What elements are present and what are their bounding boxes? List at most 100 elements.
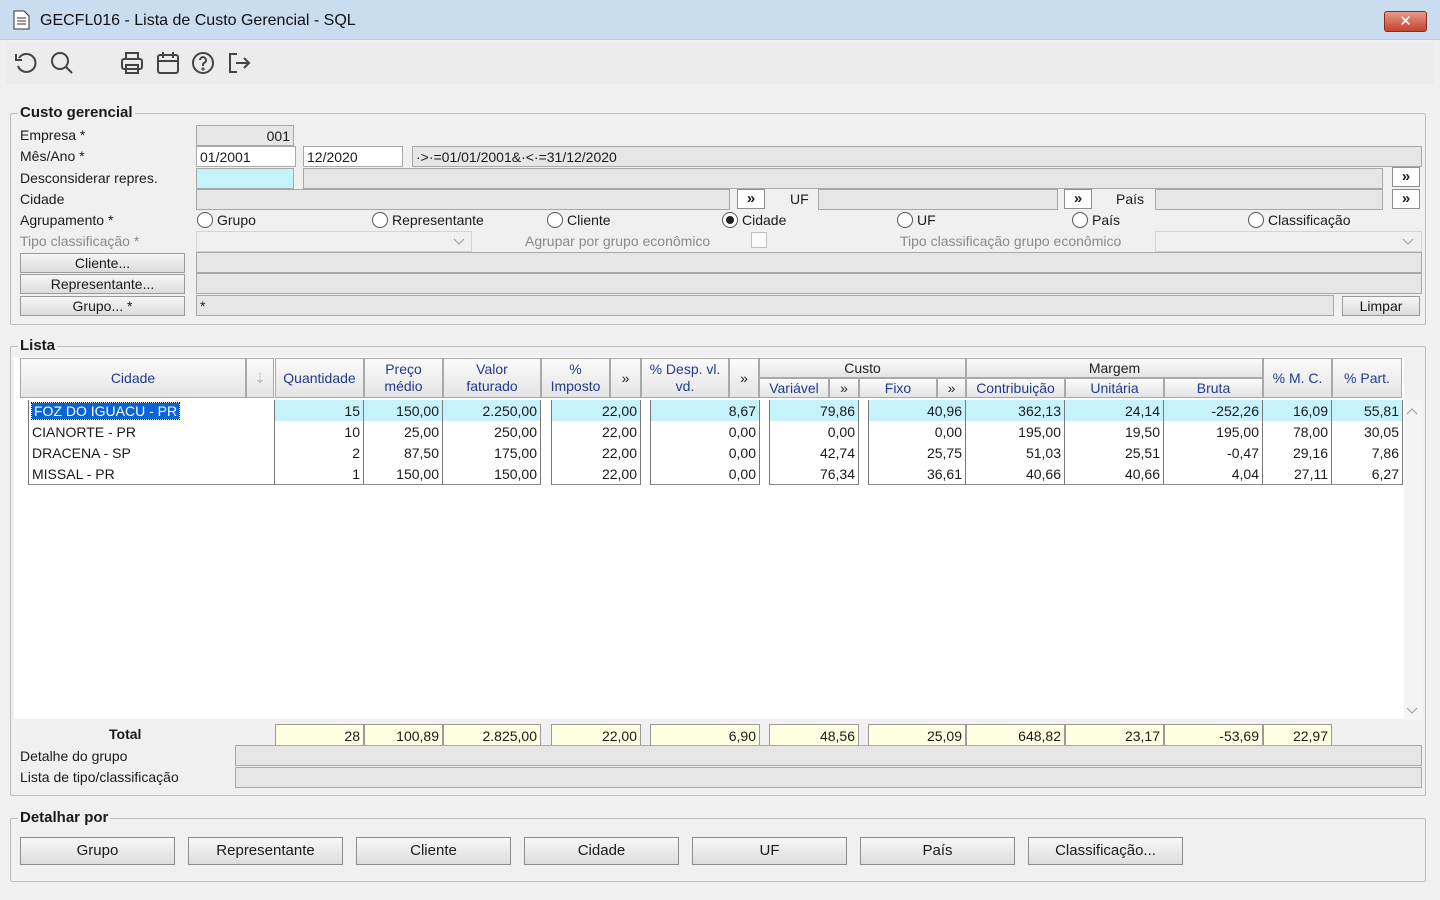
pais-field[interactable]: [1155, 189, 1383, 210]
col-cidade[interactable]: Cidade: [20, 358, 246, 398]
cell-imposto[interactable]: 22,00: [551, 463, 641, 485]
close-button[interactable]: ✕: [1384, 11, 1427, 32]
uf-field[interactable]: [818, 189, 1058, 210]
cell-valor-faturado[interactable]: 150,00: [443, 463, 541, 485]
uf-more-button[interactable]: »: [1064, 189, 1092, 209]
refresh-icon[interactable]: [13, 50, 39, 76]
cidade-more-button[interactable]: »: [737, 189, 765, 209]
desconsiderar-more-button[interactable]: »: [1392, 167, 1420, 187]
cell-preco-medio[interactable]: 25,00: [364, 421, 443, 443]
print-icon[interactable]: [119, 50, 145, 76]
cell-unitaria[interactable]: 19,50: [1065, 421, 1164, 443]
cell-cidade[interactable]: FOZ DO IGUACU - PR: [28, 400, 275, 422]
calendar-icon[interactable]: [155, 50, 181, 76]
col-desp-vl-vd[interactable]: % Desp. vl. vd.: [641, 358, 729, 398]
col-quantidade[interactable]: Quantidade: [275, 358, 364, 398]
cell-mc[interactable]: 29,16: [1263, 442, 1332, 464]
radio-cidade[interactable]: [722, 212, 738, 228]
scroll-up-icon[interactable]: [1406, 406, 1418, 416]
cell-valor-faturado[interactable]: 175,00: [443, 442, 541, 464]
cell-cidade[interactable]: MISSAL - PR: [28, 463, 275, 485]
cell-quantidade[interactable]: 1: [275, 463, 364, 485]
mes-fim-field[interactable]: 12/2020: [303, 146, 403, 167]
fixo-expand-button[interactable]: »: [937, 378, 966, 398]
cell-contribuicao[interactable]: 362,13: [966, 400, 1065, 422]
cell-imposto[interactable]: 22,00: [551, 421, 641, 443]
imposto-expand-button[interactable]: »: [610, 358, 641, 398]
detalhar-classificacao-button[interactable]: Classificação...: [1028, 837, 1183, 865]
desconsiderar-field[interactable]: [196, 168, 294, 189]
cell-quantidade[interactable]: 15: [275, 400, 364, 422]
exit-icon[interactable]: [226, 50, 252, 76]
radio-classificacao[interactable]: [1248, 212, 1264, 228]
cell-desp-vl-vd[interactable]: 0,00: [650, 421, 760, 443]
cell-bruta[interactable]: 195,00: [1164, 421, 1263, 443]
cell-mc[interactable]: 78,00: [1263, 421, 1332, 443]
radio-pais[interactable]: [1072, 212, 1088, 228]
representante-button[interactable]: Representante...: [20, 274, 185, 294]
col-imposto[interactable]: % Imposto: [541, 358, 610, 398]
col-unitaria[interactable]: Unitária: [1065, 378, 1164, 398]
col-custo-variavel[interactable]: Variável: [759, 378, 829, 398]
agrupar-grupo-checkbox[interactable]: [751, 232, 767, 248]
mes-inicio-field[interactable]: 01/2001: [196, 146, 296, 167]
limpar-button[interactable]: Limpar: [1342, 296, 1420, 316]
cell-contribuicao[interactable]: 195,00: [966, 421, 1065, 443]
col-contribuicao[interactable]: Contribuição: [966, 378, 1065, 398]
col-bruta[interactable]: Bruta: [1164, 378, 1263, 398]
detalhar-pais-button[interactable]: País: [860, 837, 1015, 865]
cell-custo-fixo[interactable]: 0,00: [868, 421, 966, 443]
scroll-down-icon[interactable]: [1406, 706, 1418, 716]
detalhar-uf-button[interactable]: UF: [692, 837, 847, 865]
cell-desp-vl-vd[interactable]: 0,00: [650, 442, 760, 464]
tipo-class-grupo-select[interactable]: [1155, 231, 1422, 252]
cidade-field[interactable]: [196, 189, 730, 210]
cell-unitaria[interactable]: 25,51: [1065, 442, 1164, 464]
cell-valor-faturado[interactable]: 2.250,00: [443, 400, 541, 422]
cell-quantidade[interactable]: 2: [275, 442, 364, 464]
cell-custo-variavel[interactable]: 79,86: [769, 400, 859, 422]
variavel-expand-button[interactable]: »: [829, 378, 859, 398]
cell-desp-vl-vd[interactable]: 0,00: [650, 463, 760, 485]
cell-contribuicao[interactable]: 40,66: [966, 463, 1065, 485]
detalhar-cidade-button[interactable]: Cidade: [524, 837, 679, 865]
cell-bruta[interactable]: -0,47: [1164, 442, 1263, 464]
help-icon[interactable]: [190, 50, 216, 76]
empresa-field[interactable]: 001: [196, 125, 294, 146]
detalhar-cliente-button[interactable]: Cliente: [356, 837, 511, 865]
radio-representante[interactable]: [372, 212, 388, 228]
cell-desp-vl-vd[interactable]: 8,67: [650, 400, 760, 422]
detalhar-representante-button[interactable]: Representante: [188, 837, 343, 865]
tipo-classificacao-select[interactable]: [196, 231, 472, 252]
cell-bruta[interactable]: -252,26: [1164, 400, 1263, 422]
cell-part[interactable]: 30,05: [1332, 421, 1403, 443]
cell-cidade[interactable]: CIANORTE - PR: [28, 421, 275, 443]
cliente-button[interactable]: Cliente...: [20, 253, 185, 273]
cell-custo-fixo[interactable]: 25,75: [868, 442, 966, 464]
cell-custo-fixo[interactable]: 36,61: [868, 463, 966, 485]
col-custo-fixo[interactable]: Fixo: [859, 378, 937, 398]
cell-custo-variavel[interactable]: 42,74: [769, 442, 859, 464]
grupo-button[interactable]: Grupo... *: [20, 296, 185, 316]
radio-uf[interactable]: [897, 212, 913, 228]
cell-part[interactable]: 7,86: [1332, 442, 1403, 464]
pais-more-button[interactable]: »: [1392, 189, 1420, 209]
cell-preco-medio[interactable]: 150,00: [364, 463, 443, 485]
col-valor-faturado[interactable]: Valor faturado: [443, 358, 541, 398]
cell-imposto[interactable]: 22,00: [551, 400, 641, 422]
radio-grupo[interactable]: [197, 212, 213, 228]
cell-quantidade[interactable]: 10: [275, 421, 364, 443]
detalhar-grupo-button[interactable]: Grupo: [20, 837, 175, 865]
col-preco-medio[interactable]: Preço médio: [364, 358, 443, 398]
cell-contribuicao[interactable]: 51,03: [966, 442, 1065, 464]
radio-cliente[interactable]: [547, 212, 563, 228]
cell-part[interactable]: 6,27: [1332, 463, 1403, 485]
cell-custo-variavel[interactable]: 0,00: [769, 421, 859, 443]
cell-bruta[interactable]: 4,04: [1164, 463, 1263, 485]
cell-unitaria[interactable]: 24,14: [1065, 400, 1164, 422]
cell-preco-medio[interactable]: 150,00: [364, 400, 443, 422]
cell-cidade[interactable]: DRACENA - SP: [28, 442, 275, 464]
cell-custo-variavel[interactable]: 76,34: [769, 463, 859, 485]
col-part[interactable]: % Part.: [1332, 358, 1402, 398]
vertical-scrollbar[interactable]: [1404, 400, 1422, 720]
